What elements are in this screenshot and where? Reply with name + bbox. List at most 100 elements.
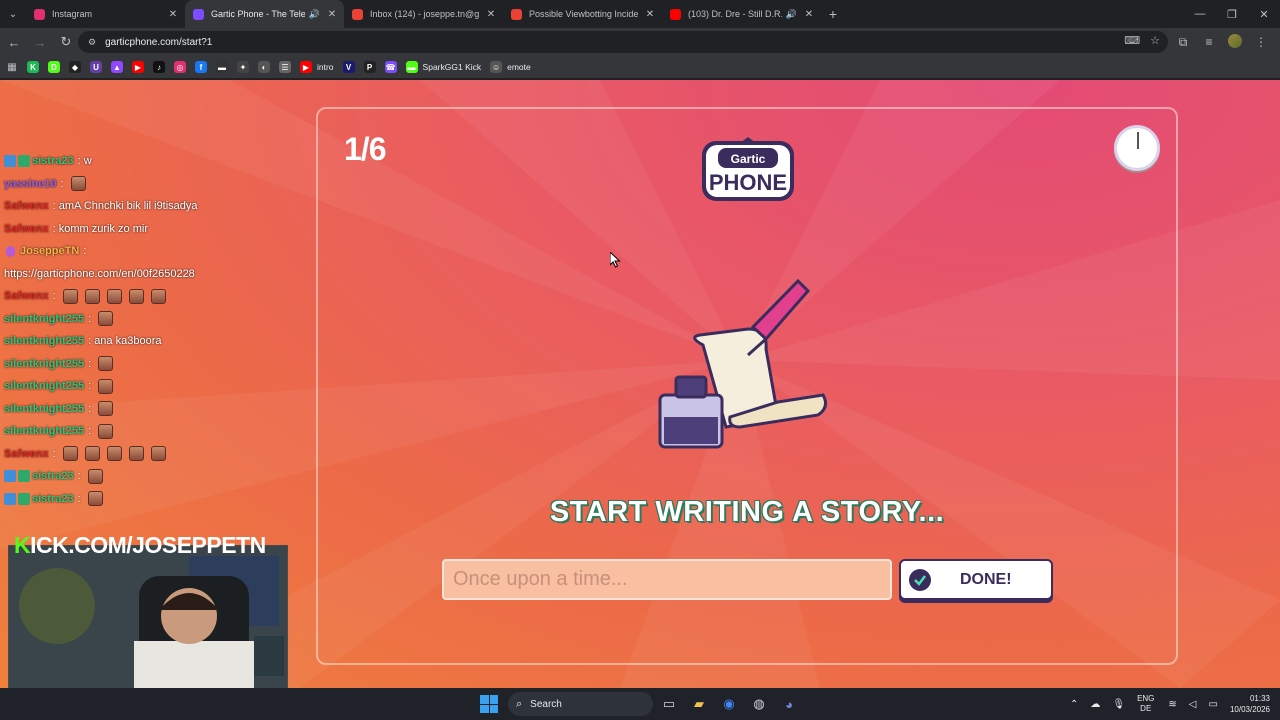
microphone-icon[interactable]: 🎙 [1112, 699, 1125, 710]
bookmark-item[interactable]: ☰ [279, 61, 291, 73]
tab-search-chevron-icon[interactable]: ⌄ [0, 0, 26, 28]
forward-arrow-icon[interactable]: → [28, 30, 52, 54]
browser-tab[interactable]: Instagram ✕ [26, 0, 185, 28]
back-arrow-icon[interactable]: ← [2, 30, 26, 54]
bookmark-item[interactable]: ▶ intro [300, 61, 334, 73]
chat-username[interactable]: sistra23 [32, 155, 74, 167]
chat-username[interactable]: silentknight255 [4, 403, 84, 415]
tab-close-icon[interactable]: ✕ [167, 9, 179, 20]
translate-icon[interactable]: ⌨ [1124, 34, 1140, 47]
chat-username[interactable]: Safwenx [4, 448, 49, 460]
chat-username[interactable]: silentknight255 [4, 425, 84, 437]
tab-title: Inbox (124) - joseppe.tn@gma [370, 9, 479, 19]
media-control-icon[interactable]: ≡ [1196, 35, 1222, 49]
chat-text: : [77, 492, 81, 505]
profile-avatar[interactable] [1222, 33, 1248, 51]
chat-username[interactable]: Safwenx [4, 200, 49, 212]
extensions-icon[interactable]: ⧉ [1170, 35, 1196, 50]
bookmark-item[interactable]: ♪ [153, 61, 165, 73]
bookmark-item[interactable]: ☎ [384, 61, 397, 73]
tab-close-icon[interactable]: ✕ [803, 9, 815, 20]
chat-username[interactable]: silentknight255 [4, 380, 84, 392]
chat-message: silentknight255: ana ka3boora [0, 330, 300, 353]
bookmark-item[interactable]: ✦ [237, 61, 249, 73]
scroll-and-quill-illustration [658, 278, 828, 449]
webcam-feed [8, 545, 288, 688]
address-bar[interactable]: ⚙ garticphone.com/start?1 ⌨ ☆ [78, 31, 1168, 53]
discord-icon[interactable]: ◕ [775, 692, 803, 716]
chat-username[interactable]: silentknight255 [4, 313, 84, 325]
bookmark-list: K D ◆ U ▲ ▶ ♪ ◎ f ▬ ✦ ◐ ☰ ▶ intro V P ☎ ▬ SparkGG1 Kick ☺ emo… [27, 61, 540, 73]
apps-grid-icon[interactable]: ▦ [6, 61, 18, 73]
minimize-icon[interactable]: — [1184, 0, 1216, 28]
chat-username[interactable]: silentknight255 [4, 335, 84, 347]
bookmark-item[interactable]: V [342, 61, 355, 73]
bookmark-item[interactable]: D [48, 61, 60, 73]
tab-close-icon[interactable]: ✕ [485, 9, 497, 20]
chat-username[interactable]: sistra23 [32, 493, 74, 505]
tray-overflow-chevron-icon[interactable]: ⌃ [1070, 699, 1078, 710]
new-tab-plus-icon[interactable]: + [821, 6, 845, 22]
bookmark-item[interactable]: ▶ [132, 61, 144, 73]
chat-text: : [52, 447, 56, 460]
chat-username[interactable]: sistra23 [32, 470, 74, 482]
bookmark-item[interactable]: ◆ [69, 61, 81, 73]
volume-icon[interactable]: ◁ [1189, 699, 1197, 710]
bookmark-item[interactable]: P [363, 61, 376, 73]
close-window-icon[interactable]: ✕ [1248, 0, 1280, 28]
battery-icon[interactable]: ▭ [1209, 699, 1218, 710]
bookmark-star-icon[interactable]: ☆ [1150, 34, 1160, 47]
browser-tab[interactable]: Possible Viewbotting Incident o ✕ [503, 0, 662, 28]
browser-tab[interactable]: Inbox (124) - joseppe.tn@gma ✕ [344, 0, 503, 28]
chat-username[interactable]: yassine10 [4, 178, 57, 190]
bookmark-item[interactable]: ◐ [258, 61, 270, 73]
site-info-icon[interactable]: ⚙ [88, 37, 96, 48]
onedrive-icon[interactable]: ☁ [1090, 699, 1100, 710]
tab-title: Possible Viewbotting Incident o [529, 9, 638, 19]
clock[interactable]: 01:33 10/03/2026 [1230, 693, 1270, 715]
story-input[interactable] [442, 559, 892, 600]
bookmark-item[interactable]: ▲ [111, 61, 123, 73]
chat-badge-icon [4, 492, 16, 505]
chat-emote-icon [87, 491, 103, 507]
chat-text: : [60, 177, 64, 190]
bookmark-item[interactable]: ☺ emote [490, 61, 531, 73]
input-language[interactable]: ENG DE [1137, 694, 1154, 714]
gmail-icon [511, 8, 522, 20]
bookmark-item[interactable]: K [27, 61, 39, 73]
bookmark-favicon-icon: V [342, 61, 355, 73]
bookmark-item[interactable]: ◎ [174, 61, 186, 73]
bookmark-item[interactable]: ▬ SparkGG1 Kick [405, 61, 481, 73]
restore-icon[interactable]: ❐ [1216, 0, 1248, 28]
tab-audio-icon[interactable]: 🔊 [786, 9, 797, 20]
menu-kebab-icon[interactable]: ⋮ [1248, 35, 1274, 49]
tab-close-icon[interactable]: ✕ [326, 9, 338, 20]
bookmark-item[interactable]: U [90, 61, 102, 73]
chat-username[interactable]: Safwenx [4, 290, 49, 302]
chat-emote-icon [84, 446, 100, 462]
chat-username[interactable]: Safwenx [4, 223, 49, 235]
chat-message: silentknight255: [0, 375, 300, 398]
window-controls: — ❐ ✕ [1184, 0, 1280, 28]
obs-icon[interactable]: ◍ [745, 692, 773, 716]
chrome-icon[interactable]: ◉ [715, 692, 743, 716]
file-explorer-icon[interactable]: ▰ [685, 692, 713, 716]
chat-username[interactable]: JoseppeTN [20, 245, 79, 257]
bookmark-item[interactable]: ▬ [216, 61, 228, 73]
browser-tab[interactable]: Gartic Phone - The Telepho 🔊 ✕ [185, 0, 344, 28]
chat-text: : [88, 357, 92, 370]
browser-tab[interactable]: (103) Dr. Dre - Still D.R.E. ft. 🔊 ✕ [662, 0, 821, 28]
task-view-icon[interactable]: ▭ [655, 692, 683, 716]
tab-audio-icon[interactable]: 🔊 [309, 9, 320, 20]
reload-icon[interactable]: ↻ [54, 30, 78, 54]
kick-logo-letter: K [14, 531, 31, 558]
bookmark-item[interactable]: f [195, 61, 207, 73]
chat-emote-icon [128, 446, 144, 462]
wifi-icon[interactable]: ≋ [1168, 699, 1176, 710]
done-button[interactable]: DONE! [899, 559, 1053, 600]
chat-username[interactable]: silentknight255 [4, 358, 84, 370]
tab-close-icon[interactable]: ✕ [644, 9, 656, 20]
taskbar-search[interactable]: ⌕ Search [508, 692, 653, 716]
windows-start-icon[interactable] [480, 695, 498, 713]
windows-taskbar: ⌕ Search ▭ ▰ ◉ ◍ ◕ ⌃ ☁ 🎙 ENG DE ≋ ◁ ▭ 01… [0, 688, 1280, 720]
